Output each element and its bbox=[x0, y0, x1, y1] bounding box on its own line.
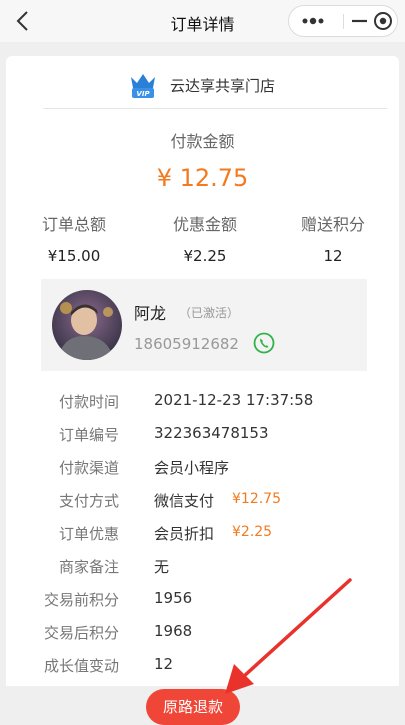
detail-key: 支付方式 bbox=[58, 492, 119, 510]
stat-order-total: 订单总额 ¥15.00 bbox=[19, 211, 129, 265]
detail-key: 订单编号 bbox=[58, 426, 119, 444]
member-card[interactable]: 阿龙 （已激活） 18605912682 bbox=[41, 279, 367, 371]
refund-button[interactable]: 原路退款 bbox=[146, 689, 240, 725]
detail-row: 交易前积分 1956 bbox=[6, 584, 399, 614]
divider bbox=[43, 108, 387, 109]
navbar: 订单详情 bbox=[0, 0, 405, 42]
detail-row: 支付方式 微信支付 ¥12.75 bbox=[6, 485, 399, 515]
detail-row: 付款时间 2021-12-23 17:37:58 bbox=[6, 386, 399, 416]
detail-extra-amount: ¥2.25 bbox=[232, 524, 273, 540]
detail-value: 无 bbox=[154, 558, 170, 576]
detail-row: 交易后积分 1968 bbox=[6, 617, 399, 647]
stat-value: ¥2.25 bbox=[183, 247, 227, 265]
detail-key: 交易后积分 bbox=[43, 624, 119, 642]
stat-discount: 优惠金额 ¥2.25 bbox=[150, 211, 260, 265]
member-phone: 18605912682 bbox=[134, 335, 239, 353]
target-close-icon[interactable] bbox=[369, 6, 397, 36]
detail-row: 付款渠道 会员小程序 bbox=[6, 452, 399, 482]
stat-label: 订单总额 bbox=[41, 215, 106, 234]
capsule-divider bbox=[343, 14, 344, 29]
stat-label: 优惠金额 bbox=[172, 215, 237, 234]
vip-label: VIP bbox=[136, 90, 150, 98]
detail-value: 322363478153 bbox=[154, 424, 269, 442]
stat-label: 赠送积分 bbox=[300, 215, 365, 234]
member-name: 阿龙 bbox=[134, 304, 167, 323]
stat-value: 12 bbox=[323, 247, 343, 265]
member-status: （已激活） bbox=[179, 306, 240, 320]
detail-row: 成长值变动 12 bbox=[6, 650, 399, 680]
store-name: 云达享共享门店 bbox=[170, 77, 276, 95]
detail-row: 商家备注 无 bbox=[6, 551, 399, 581]
detail-value: 12 bbox=[154, 655, 174, 673]
detail-extra-amount: ¥12.75 bbox=[232, 491, 281, 507]
vip-crown-icon: VIP bbox=[128, 71, 158, 99]
phone-icon[interactable] bbox=[253, 332, 275, 354]
stat-bonus-points: 赠送积分 12 bbox=[278, 211, 388, 265]
stat-value: ¥15.00 bbox=[47, 247, 101, 265]
payment-amount: ¥ 12.75 bbox=[156, 164, 249, 192]
detail-row: 订单编号 322363478153 bbox=[6, 419, 399, 449]
detail-key: 成长值变动 bbox=[43, 657, 119, 675]
avatar bbox=[52, 290, 122, 360]
payment-label: 付款金额 bbox=[170, 132, 235, 151]
store-header: VIP 云达享共享门店 bbox=[6, 56, 399, 108]
more-dots-icon[interactable] bbox=[295, 6, 331, 36]
detail-key: 付款渠道 bbox=[58, 459, 119, 477]
detail-key: 商家备注 bbox=[58, 558, 119, 576]
detail-key: 订单优惠 bbox=[58, 525, 119, 543]
mini-program-capsule bbox=[288, 5, 398, 37]
detail-value: 1968 bbox=[154, 622, 193, 640]
detail-value: 会员小程序 bbox=[154, 459, 230, 477]
detail-key: 付款时间 bbox=[58, 393, 119, 411]
detail-key: 交易前积分 bbox=[43, 591, 119, 609]
order-card: VIP 云达享共享门店 付款金额 ¥ 12.75 订单总额 ¥15.00 优惠金… bbox=[6, 56, 399, 696]
detail-value: 2021-12-23 17:37:58 bbox=[154, 391, 314, 409]
detail-value: 会员折扣 bbox=[154, 525, 215, 543]
detail-value: 1956 bbox=[154, 589, 193, 607]
detail-row: 订单优惠 会员折扣 ¥2.25 bbox=[6, 518, 399, 548]
detail-value: 微信支付 bbox=[154, 492, 215, 510]
